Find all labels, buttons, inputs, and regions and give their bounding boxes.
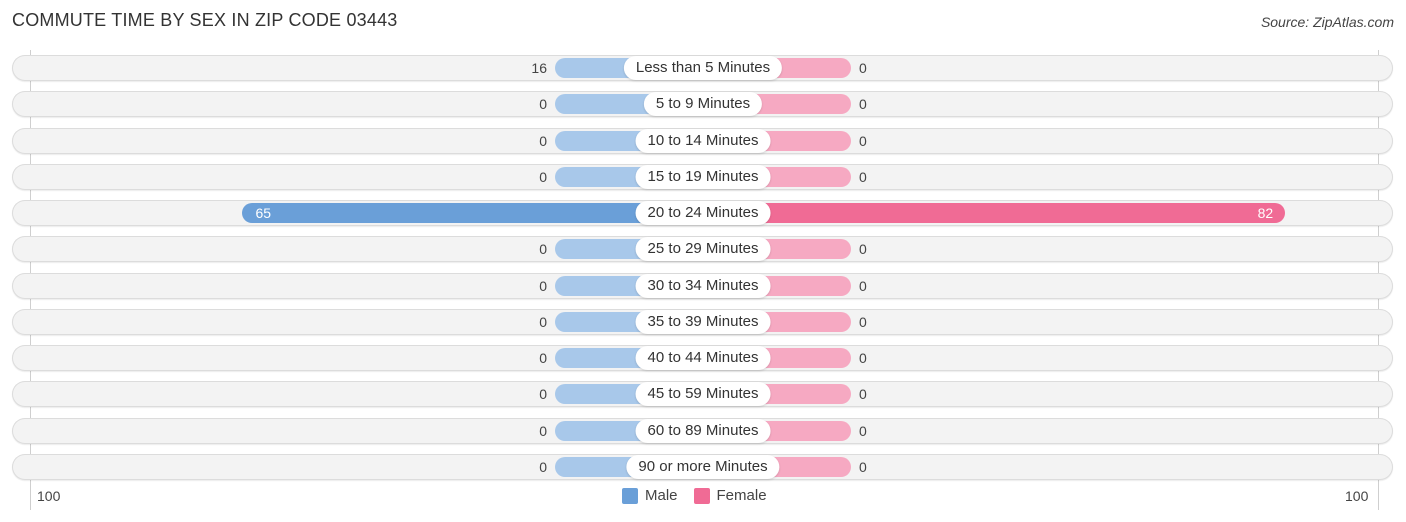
legend-item-male: Male bbox=[622, 487, 678, 504]
value-label-female: 0 bbox=[859, 60, 867, 76]
bar-male bbox=[241, 203, 703, 223]
category-label: 60 to 89 Minutes bbox=[635, 418, 771, 443]
category-label: 30 to 34 Minutes bbox=[635, 273, 771, 298]
value-label-male: 0 bbox=[539, 350, 547, 366]
legend-item-female: Female bbox=[693, 487, 767, 504]
value-label-male: 0 bbox=[539, 313, 547, 330]
chart-root: COMMUTE TIME BY SEX IN ZIP CODE 03443 So… bbox=[0, 0, 1406, 522]
value-label-male: 16 bbox=[531, 60, 547, 76]
value-label-female: 0 bbox=[859, 386, 867, 403]
legend-label-male: Male bbox=[645, 487, 678, 504]
value-label-female: 0 bbox=[859, 241, 867, 258]
category-label: 40 to 44 Minutes bbox=[635, 346, 771, 370]
axis-tick-right: 100 bbox=[1345, 488, 1369, 504]
category-label: 15 to 19 Minutes bbox=[635, 164, 771, 189]
category-label: 45 to 59 Minutes bbox=[635, 382, 771, 407]
value-label-female: 0 bbox=[859, 132, 867, 149]
legend: Male Female bbox=[622, 487, 783, 504]
category-label: 10 to 14 Minutes bbox=[635, 128, 771, 153]
axis-tick-left: 100 bbox=[37, 488, 61, 504]
value-label-female: 0 bbox=[859, 422, 867, 439]
value-label-male: 0 bbox=[539, 168, 547, 185]
chart-title: COMMUTE TIME BY SEX IN ZIP CODE 03443 bbox=[12, 10, 398, 30]
value-label-male: 0 bbox=[539, 422, 547, 439]
category-label: Less than 5 Minutes bbox=[623, 56, 783, 80]
value-label-female: 0 bbox=[859, 277, 867, 294]
legend-swatch-female bbox=[693, 487, 710, 504]
category-label: 35 to 39 Minutes bbox=[635, 309, 771, 334]
legend-swatch-male bbox=[622, 487, 638, 504]
value-label-male: 0 bbox=[539, 241, 547, 258]
value-label-male: 65 bbox=[255, 205, 272, 221]
value-label-female: 0 bbox=[859, 313, 867, 330]
category-label: 20 to 24 Minutes bbox=[635, 201, 771, 225]
value-label-male: 0 bbox=[539, 132, 547, 149]
category-label: 5 to 9 Minutes bbox=[643, 92, 763, 117]
bar-female bbox=[703, 203, 1286, 223]
value-label-female: 0 bbox=[859, 168, 867, 185]
value-label-male: 0 bbox=[539, 458, 547, 475]
source-label: Source: ZipAtlas.com bbox=[1260, 14, 1394, 30]
legend-label-female: Female bbox=[716, 487, 767, 504]
value-label-female: 82 bbox=[1257, 205, 1274, 221]
value-label-female: 0 bbox=[859, 96, 867, 113]
value-label-female: 0 bbox=[859, 350, 867, 366]
value-label-male: 0 bbox=[539, 277, 547, 294]
category-label: 90 or more Minutes bbox=[626, 454, 780, 479]
value-label-female: 0 bbox=[859, 458, 867, 475]
category-label: 25 to 29 Minutes bbox=[635, 237, 771, 262]
value-label-male: 0 bbox=[539, 96, 547, 113]
value-label-male: 0 bbox=[539, 386, 547, 403]
